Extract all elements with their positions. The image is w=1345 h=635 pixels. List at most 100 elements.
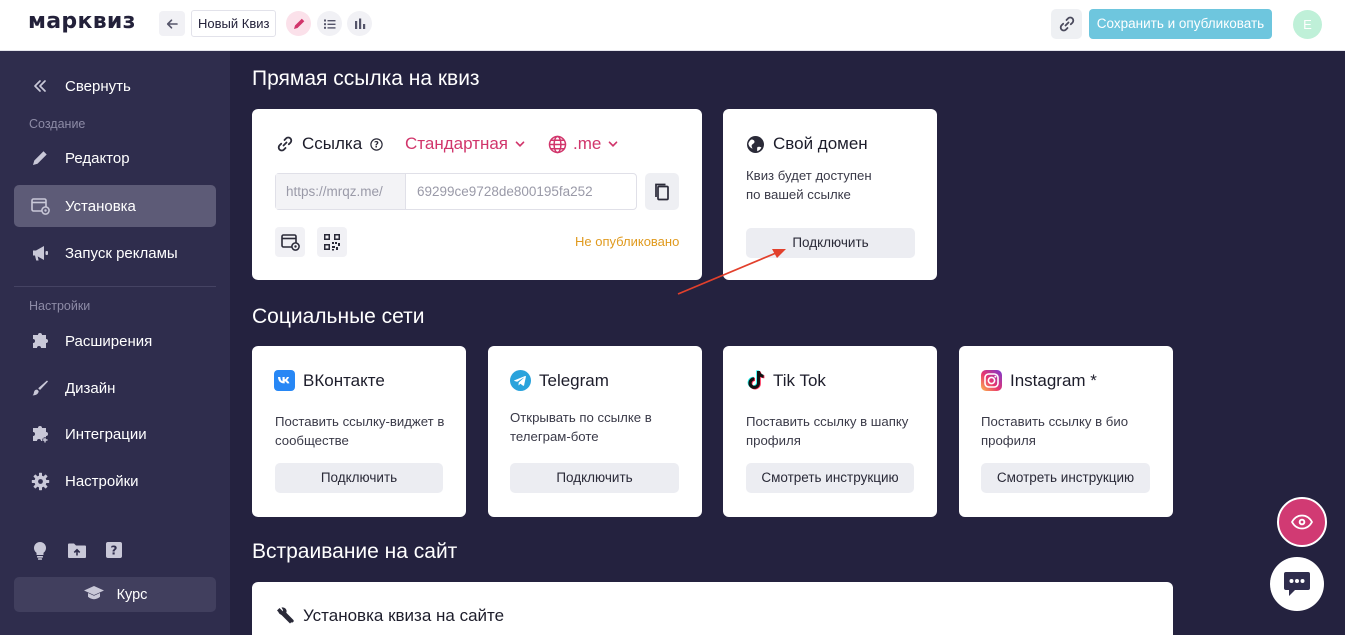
help-circle-icon[interactable]: ?: [370, 137, 383, 151]
social-card-telegram: Telegram Открывать по ссылке в телеграм-…: [488, 346, 702, 517]
sidebar-item-extensions[interactable]: Расширения: [14, 320, 216, 362]
qr-code-button[interactable]: [317, 227, 347, 257]
social-card-title-text: ВКонтакте: [303, 370, 385, 390]
telegram-icon: [510, 370, 531, 391]
sidebar-item-label: Дизайн: [65, 379, 116, 397]
svg-text:?: ?: [111, 544, 118, 558]
integrations-icon: [30, 424, 50, 444]
help-icon[interactable]: ?: [104, 540, 124, 560]
social-heading: Социальные сети: [252, 305, 425, 328]
sidebar-collapse-button[interactable]: Свернуть: [14, 65, 216, 107]
social-card-title: Tik Tok: [746, 370, 826, 391]
quiz-url-field[interactable]: https://mrqz.me/ 69299ce9728de800195fa25…: [275, 173, 637, 210]
copy-link-button[interactable]: [1051, 9, 1082, 39]
qr-code-icon: [324, 234, 340, 251]
sidebar-item-integrations[interactable]: Интеграции: [14, 413, 216, 455]
puzzle-icon: [30, 331, 50, 351]
copy-url-button[interactable]: [645, 173, 679, 210]
copy-icon: [655, 183, 669, 200]
top-bar: марквиз Новый Квиз Сохранить и опубликов…: [0, 0, 1345, 51]
own-domain-desc-line: по вашей ссылке: [746, 187, 851, 202]
tiktok-instructions-button[interactable]: Смотреть инструкцию: [746, 463, 914, 493]
sidebar-collapse-label: Свернуть: [65, 77, 131, 95]
chevron-down-icon: [608, 141, 618, 148]
embed-heading: Встраивание на сайт: [252, 540, 458, 563]
sidebar: Свернуть Создание Редактор Установка Зап…: [0, 51, 230, 635]
link-icon: [1059, 16, 1074, 32]
embed-card-title-text: Установка квиза на сайте: [303, 606, 505, 625]
social-card-vk: ВКонтакте Поставить ссылку-виджет в сооб…: [252, 346, 466, 517]
sidebar-divider: [14, 286, 216, 287]
statistics-button[interactable]: [347, 11, 372, 36]
social-card-title: ВКонтакте: [274, 370, 385, 391]
link-type-dropdown[interactable]: Стандартная: [405, 134, 526, 154]
course-label: Курс: [116, 586, 148, 603]
embed-settings-button[interactable]: [275, 227, 305, 257]
bar-chart-icon: [354, 18, 365, 29]
sidebar-section-settings: Настройки: [29, 299, 91, 313]
sidebar-item-label: Интеграции: [65, 425, 147, 443]
link-type-label: Стандартная: [405, 134, 509, 153]
link-icon: [277, 136, 293, 152]
social-card-desc: Поставить ссылку в шапку профиля: [746, 412, 908, 450]
sidebar-bottom-icons: ?: [30, 540, 124, 560]
direct-link-heading: Прямая ссылка на квиз: [252, 67, 480, 90]
social-card-desc-line: Поставить ссылку-виджет в: [275, 414, 445, 429]
own-domain-title: Свой домен: [746, 134, 868, 154]
vk-icon: [274, 370, 295, 391]
domain-zone-label: .me: [573, 134, 602, 153]
connect-vk-button[interactable]: Подключить: [275, 463, 443, 493]
sidebar-item-editor[interactable]: Редактор: [14, 137, 216, 179]
social-card-title-text: Instagram *: [1010, 370, 1097, 390]
social-card-desc-line: Открывать по ссылке в: [510, 410, 652, 425]
connect-domain-button[interactable]: Подключить: [746, 228, 915, 258]
publish-status: Не опубликовано: [575, 234, 680, 249]
quiz-name-field[interactable]: Новый Квиз: [191, 10, 277, 37]
embed-card: Установка квиза на сайте: [252, 582, 1173, 635]
social-card-title: Instagram *: [981, 370, 1097, 391]
sidebar-item-install[interactable]: Установка: [14, 185, 216, 227]
preview-button[interactable]: [1277, 497, 1327, 547]
own-domain-desc-line: Квиз будет доступен: [746, 168, 872, 183]
sidebar-item-label: Расширения: [65, 332, 153, 350]
edit-mode-button[interactable]: [286, 11, 311, 36]
eye-icon: [1291, 514, 1313, 530]
social-card-desc: Открывать по ссылке в телеграм-боте: [510, 408, 652, 446]
url-id: 69299ce9728de800195fa252: [417, 184, 593, 199]
logo[interactable]: марквиз: [28, 9, 136, 34]
questions-list-button[interactable]: [317, 11, 342, 36]
social-card-desc-line: телеграм-боте: [510, 429, 599, 444]
social-card-instagram: Instagram * Поставить ссылку в био профи…: [959, 346, 1173, 517]
instagram-instructions-button[interactable]: Смотреть инструкцию: [981, 463, 1150, 493]
sidebar-item-settings[interactable]: Настройки: [14, 460, 216, 502]
install-icon: [30, 196, 50, 216]
lightbulb-icon[interactable]: [30, 540, 50, 560]
sidebar-section-create: Создание: [29, 117, 86, 131]
avatar[interactable]: E: [1293, 10, 1322, 39]
support-chat-button[interactable]: [1270, 557, 1324, 611]
back-button[interactable]: [159, 11, 185, 36]
social-card-desc-line: профиля: [746, 433, 801, 448]
folder-upload-icon[interactable]: [67, 540, 87, 560]
sidebar-item-ads[interactable]: Запуск рекламы: [14, 232, 216, 274]
pencil-icon: [293, 18, 304, 29]
publish-button[interactable]: Сохранить и опубликовать: [1089, 9, 1272, 39]
tools-icon: [277, 607, 294, 624]
course-button[interactable]: Курс: [14, 577, 216, 612]
connect-telegram-button[interactable]: Подключить: [510, 463, 679, 493]
chevron-down-icon: [515, 141, 525, 148]
link-card: Ссылка ? Стандартная .me https://mrqz.me…: [252, 109, 702, 280]
domain-zone-dropdown[interactable]: .me: [548, 134, 619, 154]
sidebar-item-label: Установка: [65, 197, 136, 215]
social-card-title-text: Tik Tok: [773, 370, 826, 390]
own-domain-card: Свой домен Квиз будет доступен по вашей …: [723, 109, 937, 280]
instagram-icon: [981, 370, 1002, 391]
pencil-icon: [30, 148, 50, 168]
chat-icon: [1284, 572, 1310, 596]
sidebar-item-design[interactable]: Дизайн: [14, 367, 216, 409]
list-icon: [323, 19, 335, 29]
sidebar-item-label: Запуск рекламы: [65, 244, 178, 262]
social-card-desc-line: профиля: [981, 433, 1036, 448]
install-icon: [280, 234, 300, 251]
sidebar-item-label: Настройки: [65, 472, 139, 490]
